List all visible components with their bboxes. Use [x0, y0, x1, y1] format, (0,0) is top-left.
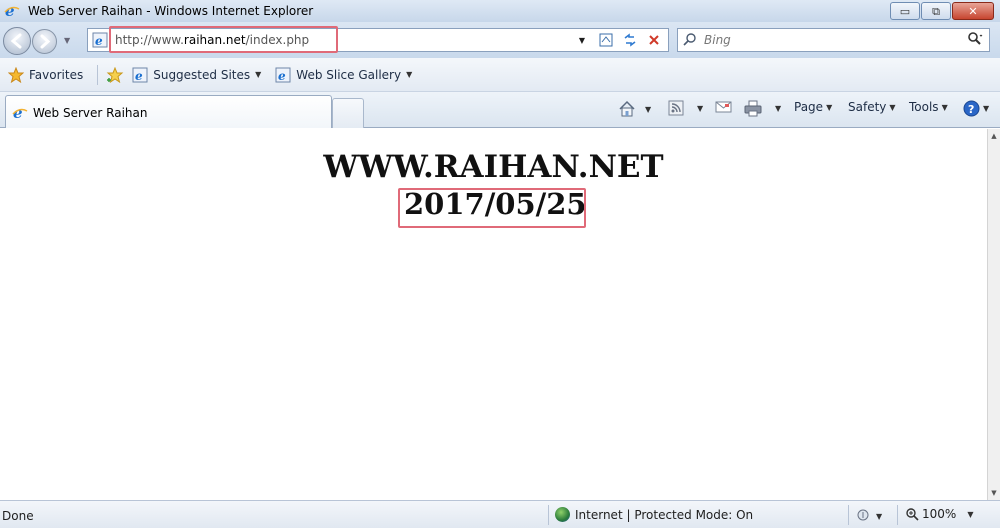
suggested-sites-icon: e	[132, 67, 148, 83]
protected-mode-icon[interactable]: ▼	[856, 507, 884, 527]
compatibility-view-icon[interactable]	[598, 32, 614, 48]
svg-text:e: e	[135, 69, 143, 83]
favorites-label: Favorites	[29, 67, 84, 82]
tools-menu-button[interactable]: Tools ▼	[909, 100, 948, 114]
forward-button[interactable]	[32, 29, 57, 54]
add-favorite-star-icon	[106, 66, 124, 83]
title-bar: e Web Server Raihan - Windows Internet E…	[0, 0, 1000, 22]
globe-icon	[555, 507, 570, 522]
security-zone-label: Internet | Protected Mode: On	[575, 507, 754, 522]
status-separator	[548, 505, 549, 525]
zoom-icon	[906, 508, 919, 521]
security-zone[interactable]: Internet | Protected Mode: On	[555, 507, 753, 522]
new-tab-button[interactable]	[332, 98, 364, 128]
status-bar: Done Internet | Protected Mode: On ▼ 100…	[0, 500, 1000, 528]
window-controls: ▭ ⧉ ✕	[890, 2, 994, 20]
close-button[interactable]: ✕	[952, 2, 994, 20]
add-to-favorites-bar-button[interactable]	[106, 66, 124, 83]
chevron-down-icon: ▼	[406, 70, 413, 79]
search-provider-icon	[683, 32, 697, 50]
tab-label: Web Server Raihan	[33, 106, 148, 120]
address-dropdown-icon[interactable]: ▼	[574, 32, 590, 48]
web-slice-gallery-icon: e	[275, 67, 291, 83]
rss-feed-icon	[668, 100, 684, 116]
star-icon	[8, 66, 24, 83]
zoom-level: 100%	[922, 507, 957, 521]
web-slice-gallery-link[interactable]: e Web Slice Gallery ▼	[275, 67, 412, 83]
ie-logo-icon: e	[4, 2, 20, 20]
date-annotation-box	[398, 188, 586, 228]
safety-menu-button[interactable]: Safety ▼	[848, 100, 896, 114]
chevron-down-icon: ▼	[826, 102, 833, 112]
back-arrow-icon	[10, 33, 22, 49]
chevron-down-icon: ▼	[697, 103, 704, 113]
page-heading: WWW.RAIHAN.NET	[323, 149, 664, 185]
address-tools: ▼	[574, 32, 662, 48]
page-icon: e	[92, 32, 108, 48]
minimize-icon: ▭	[899, 4, 911, 18]
search-placeholder: Bing	[704, 33, 731, 47]
zoom-control[interactable]: 100% ▼	[905, 507, 973, 521]
favorites-button[interactable]: Favorites	[8, 66, 84, 83]
chevron-down-icon: ▼	[645, 104, 652, 114]
home-icon	[619, 100, 635, 117]
restore-button[interactable]: ⧉	[921, 2, 951, 20]
chevron-down-icon: ▼	[889, 102, 896, 112]
read-mail-button[interactable]	[715, 100, 732, 114]
tools-menu-label: Tools	[909, 100, 939, 114]
vertical-scrollbar[interactable]: ▲ ▼	[987, 129, 1000, 500]
stop-icon[interactable]	[646, 32, 662, 48]
print-button[interactable]: ▼	[744, 100, 781, 117]
refresh-icon[interactable]	[622, 32, 638, 48]
svg-text:?: ?	[968, 103, 974, 116]
restore-icon: ⧉	[932, 4, 940, 18]
chevron-down-icon: ▼	[967, 509, 974, 519]
safety-menu-label: Safety	[848, 100, 887, 114]
help-icon: ?	[963, 100, 980, 117]
status-separator	[897, 505, 898, 525]
close-icon: ✕	[968, 4, 978, 18]
tab-bar: e Web Server Raihan ▼ ▼ ▼ Page ▼ Safety …	[0, 92, 1000, 128]
web-slice-gallery-label: Web Slice Gallery	[296, 67, 402, 82]
feeds-button[interactable]: ▼	[668, 100, 703, 116]
chevron-down-icon: ▼	[983, 104, 990, 113]
svg-text:e: e	[95, 34, 103, 48]
chevron-down-icon: ▼	[775, 104, 782, 113]
status-separator	[848, 505, 849, 525]
scroll-up-arrow-icon[interactable]: ▲	[988, 129, 1000, 143]
minimize-button[interactable]: ▭	[890, 2, 920, 20]
tab-page-icon: e	[12, 104, 28, 122]
svg-text:▼: ▼	[876, 512, 883, 521]
mail-icon	[715, 101, 732, 113]
favorites-separator	[97, 64, 99, 85]
page-menu-button[interactable]: Page ▼	[794, 100, 832, 114]
suggested-sites-label: Suggested Sites	[153, 67, 251, 82]
search-box[interactable]: Bing	[677, 28, 990, 52]
search-button[interactable]	[967, 31, 983, 51]
url-annotation-box	[109, 26, 338, 53]
home-button[interactable]: ▼	[618, 100, 651, 118]
status-text: Done	[2, 509, 34, 523]
svg-text:e: e	[278, 69, 286, 83]
forward-arrow-icon	[40, 34, 51, 49]
page-content: WWW.RAIHAN.NET 2017/05/25	[0, 129, 987, 500]
recent-pages-dropdown-icon[interactable]: ▼	[64, 36, 70, 45]
chevron-down-icon: ▼	[255, 70, 262, 79]
chevron-down-icon: ▼	[941, 102, 948, 112]
help-button[interactable]: ? ▼	[963, 100, 989, 117]
page-menu-label: Page	[794, 100, 824, 114]
window-title: Web Server Raihan - Windows Internet Exp…	[28, 4, 314, 18]
suggested-sites-link[interactable]: e Suggested Sites ▼	[132, 67, 261, 83]
favorites-bar: Favorites e Suggested Sites ▼ e Web Slic…	[0, 58, 1000, 92]
search-icon	[968, 32, 983, 45]
tab-web-server-raihan[interactable]: e Web Server Raihan	[5, 95, 332, 128]
printer-icon	[744, 100, 762, 117]
back-button[interactable]	[3, 27, 31, 55]
scroll-down-arrow-icon[interactable]: ▼	[988, 486, 1000, 500]
